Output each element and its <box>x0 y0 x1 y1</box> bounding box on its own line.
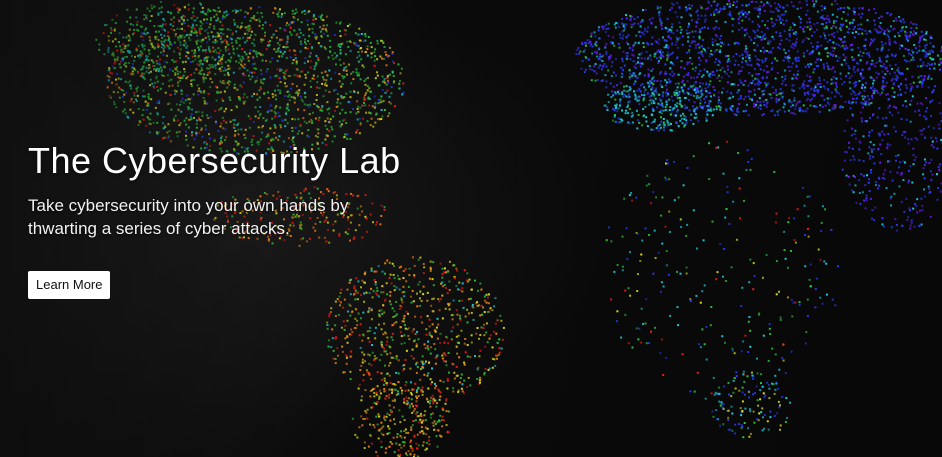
hero-title: The Cybersecurity Lab <box>28 140 401 181</box>
hero-content: The Cybersecurity Lab Take cybersecurity… <box>28 138 468 299</box>
hero-banner: The Cybersecurity Lab Take cybersecurity… <box>0 0 942 457</box>
hero-subtitle: Take cybersecurity into your own hands b… <box>28 196 349 238</box>
learn-more-button[interactable]: Learn More <box>28 271 111 299</box>
